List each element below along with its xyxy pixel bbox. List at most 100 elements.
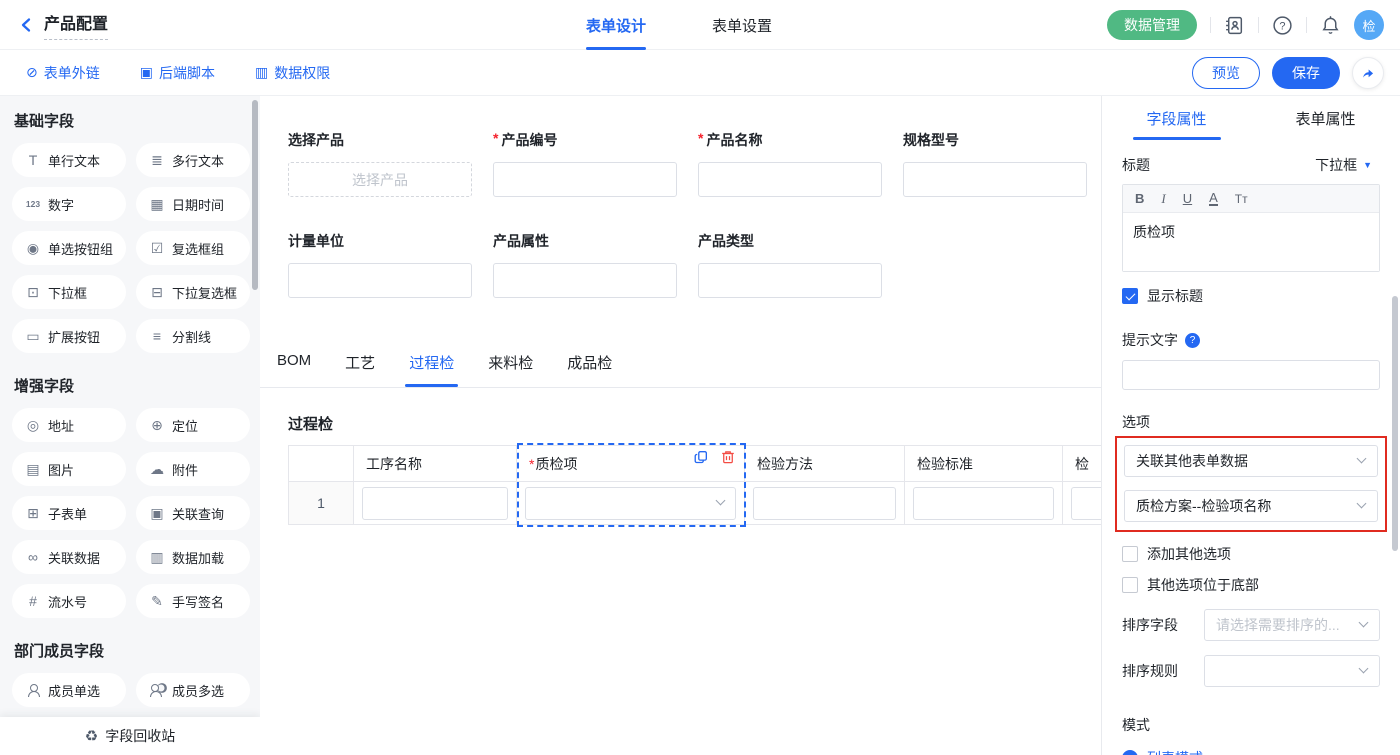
sort-field-select[interactable]: 请选择需要排序的...: [1204, 609, 1380, 641]
font-size-button[interactable]: Tᴛ: [1235, 192, 1248, 206]
field-input[interactable]: [903, 162, 1087, 197]
truncated-input[interactable]: [1071, 487, 1101, 520]
title-label: 标题: [1122, 155, 1150, 175]
inspect-standard-input[interactable]: [913, 487, 1054, 520]
font-color-button[interactable]: A: [1209, 191, 1218, 206]
field-item-extend-button[interactable]: ▭扩展按钮: [12, 319, 126, 353]
avatar[interactable]: 检: [1354, 10, 1384, 40]
field-item-divider[interactable]: ≡分割线: [136, 319, 250, 353]
help-circle-icon[interactable]: [1185, 333, 1200, 348]
field-item-related-data[interactable]: ∞关联数据: [12, 540, 126, 574]
checkbox-icon[interactable]: [1122, 577, 1138, 593]
field-item-number[interactable]: 123数字: [12, 187, 126, 221]
field-input[interactable]: [493, 263, 677, 298]
field-item-address[interactable]: ◎地址: [12, 408, 126, 442]
canvas-field-规格型号[interactable]: 规格型号: [903, 130, 1087, 197]
process-name-input[interactable]: [362, 487, 508, 520]
subform-tab-过程检[interactable]: 过程检: [409, 352, 454, 387]
toolbar-link-backend-script[interactable]: ▣后端脚本: [140, 63, 215, 83]
column-inspect-method[interactable]: 检验方法: [745, 446, 905, 481]
field-item-member-single[interactable]: 成员单选: [12, 673, 126, 707]
page-title: 产品配置: [44, 10, 108, 40]
field-item-multi-select[interactable]: ⊟下拉复选框: [136, 275, 250, 309]
column-truncated[interactable]: 检: [1063, 446, 1101, 481]
field-item-subform[interactable]: ⊞子表单: [12, 496, 126, 530]
other-option-bottom-row[interactable]: 其他选项位于底部: [1122, 575, 1380, 595]
sidebar-scrollbar[interactable]: [252, 100, 258, 290]
header-tab-form-design[interactable]: 表单设计: [586, 0, 646, 50]
hint-text-input[interactable]: [1122, 360, 1380, 390]
field-item-label: 下拉复选框: [172, 283, 237, 302]
canvas-field-产品编号[interactable]: 产品编号: [493, 130, 677, 197]
panel-scrollbar[interactable]: [1392, 296, 1398, 551]
toolbar-link-data-permission[interactable]: ▥数据权限: [255, 63, 330, 83]
checkbox-checked-icon[interactable]: [1122, 288, 1138, 304]
field-type-selector[interactable]: 下拉框: [1307, 153, 1380, 177]
tab-form-properties[interactable]: 表单属性: [1251, 96, 1400, 140]
mode-option-1[interactable]: 列表模式: [1122, 748, 1380, 755]
field-input[interactable]: [698, 263, 882, 298]
subform-tab-来料检[interactable]: 来料检: [488, 352, 533, 387]
show-title-checkbox-row[interactable]: 显示标题: [1122, 286, 1380, 306]
sort-rule-select[interactable]: [1204, 655, 1380, 687]
related-data-icon: ∞: [25, 549, 41, 565]
field-item-datetime[interactable]: ▦日期时间: [136, 187, 250, 221]
column-inspect-standard[interactable]: 检验标准: [905, 446, 1063, 481]
field-item-member-multi[interactable]: 成员多选: [136, 673, 250, 707]
field-item-radio-group[interactable]: ◉单选按钮组: [12, 231, 126, 265]
option-field-select[interactable]: 质检方案--检验项名称: [1124, 490, 1378, 522]
field-item-data-load[interactable]: ▥数据加载: [136, 540, 250, 574]
bold-button[interactable]: B: [1135, 191, 1144, 206]
title-editor-content[interactable]: 质检项: [1123, 213, 1379, 271]
field-input[interactable]: [288, 263, 472, 298]
canvas-field-产品属性[interactable]: 产品属性: [493, 231, 677, 298]
subform-tab-工艺[interactable]: 工艺: [345, 352, 375, 387]
checkbox-icon[interactable]: [1122, 546, 1138, 562]
field-item-image[interactable]: ▤图片: [12, 452, 126, 486]
product-picker-input[interactable]: 选择产品: [288, 162, 472, 197]
field-item-checkbox-group[interactable]: ☑复选框组: [136, 231, 250, 265]
option-source-select[interactable]: 关联其他表单数据: [1124, 445, 1378, 477]
back-button[interactable]: 产品配置: [0, 10, 108, 40]
column-process-name[interactable]: 工序名称: [354, 446, 517, 481]
preview-button[interactable]: 预览: [1192, 57, 1260, 89]
field-item-label: 子表单: [48, 504, 87, 523]
field-item-serial[interactable]: #流水号: [12, 584, 126, 618]
canvas-field-产品类型[interactable]: 产品类型: [698, 231, 882, 298]
inspect-method-input[interactable]: [753, 487, 896, 520]
recycle-bin-label: 字段回收站: [105, 726, 175, 746]
share-button[interactable]: [1352, 57, 1384, 89]
canvas-field-产品名称[interactable]: 产品名称: [698, 130, 882, 197]
help-icon[interactable]: ?: [1272, 15, 1293, 36]
copy-field-button[interactable]: [692, 448, 710, 466]
header-tab-form-settings[interactable]: 表单设置: [712, 0, 772, 50]
subform-tab-成品检[interactable]: 成品检: [567, 352, 612, 387]
field-item-related-query[interactable]: ▣关联查询: [136, 496, 250, 530]
quality-item-select[interactable]: [525, 487, 736, 520]
data-manage-button[interactable]: 数据管理: [1107, 10, 1197, 40]
sort-rule-label: 排序规则: [1122, 661, 1178, 681]
canvas-field-选择产品[interactable]: 选择产品选择产品: [288, 130, 472, 197]
field-item-attachment[interactable]: ☁附件: [136, 452, 250, 486]
field-item-select[interactable]: ⊡下拉框: [12, 275, 126, 309]
address-book-icon[interactable]: [1224, 15, 1245, 36]
field-input[interactable]: [493, 162, 677, 197]
add-other-option-row[interactable]: 添加其他选项: [1122, 544, 1380, 564]
delete-field-button[interactable]: [719, 448, 737, 466]
field-item-location[interactable]: ⊕定位: [136, 408, 250, 442]
subform-tab-BOM[interactable]: BOM: [277, 352, 311, 387]
field-input[interactable]: [698, 162, 882, 197]
italic-button[interactable]: I: [1161, 191, 1165, 207]
save-button[interactable]: 保存: [1272, 57, 1340, 89]
radio-selected-icon[interactable]: [1122, 750, 1138, 755]
canvas-field-计量单位[interactable]: 计量单位: [288, 231, 472, 298]
toolbar-link-form-external-link[interactable]: ⊘表单外链: [26, 63, 100, 83]
tab-field-properties[interactable]: 字段属性: [1102, 96, 1251, 140]
field-item-single-text[interactable]: T单行文本: [12, 143, 126, 177]
underline-button[interactable]: U: [1183, 191, 1192, 206]
field-item-label: 附件: [172, 460, 198, 479]
field-recycle-bin[interactable]: ♻ 字段回收站: [0, 717, 260, 755]
bell-icon[interactable]: [1320, 15, 1341, 36]
field-item-multi-text[interactable]: ≣多行文本: [136, 143, 250, 177]
field-item-signature[interactable]: ✎手写签名: [136, 584, 250, 618]
